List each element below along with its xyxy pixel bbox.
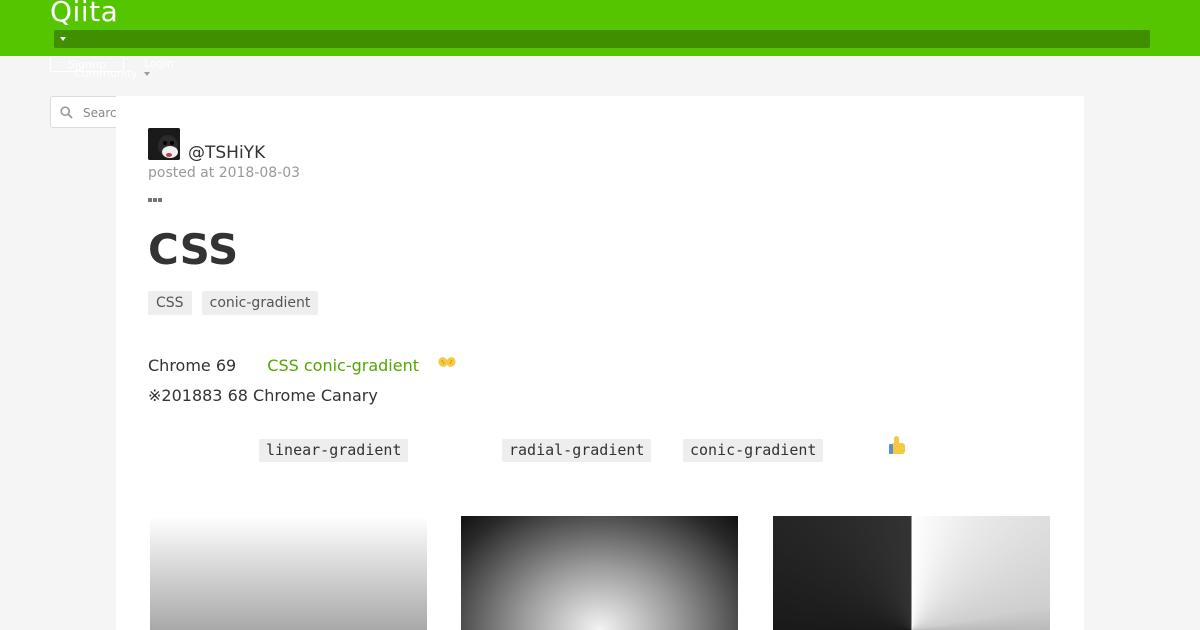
article-title: CSS xyxy=(148,225,239,274)
community-menu[interactable]: Community xyxy=(74,67,150,81)
linear-gradient-demo xyxy=(150,516,427,630)
tag-css[interactable]: CSS xyxy=(148,291,192,315)
intro-line-2: ※201883 68 Chrome Canary xyxy=(148,386,378,405)
search-icon xyxy=(60,106,73,119)
author-username[interactable]: @TSHiYK xyxy=(188,143,265,163)
menu-dropdown-bar[interactable] xyxy=(54,30,1150,48)
tag-list: CSS conic-gradient xyxy=(148,291,323,315)
code-radial-gradient: radial-gradient xyxy=(502,439,652,462)
thumbs-up-emoji-icon xyxy=(889,436,905,454)
code-linear-gradient: linear-gradient xyxy=(259,439,409,462)
community-label: Community xyxy=(74,67,138,80)
radial-gradient-demo xyxy=(461,516,738,630)
caret-down-icon xyxy=(60,37,66,41)
more-icon[interactable] xyxy=(148,187,163,206)
tag-conic-gradient[interactable]: conic-gradient xyxy=(201,291,319,315)
intro-line-1: Chrome 69 CSS conic-gradient xyxy=(148,356,456,375)
qiita-logo[interactable]: Qiita xyxy=(50,0,118,30)
conic-gradient-demo xyxy=(773,516,1050,630)
posted-date: posted at 2018-08-03 xyxy=(148,165,301,181)
article-card: @TSHiYK posted at 2018-08-03 CSS CSS con… xyxy=(116,96,1084,630)
caret-down-icon xyxy=(143,72,150,76)
avatar[interactable] xyxy=(148,128,180,160)
intro-text: Chrome 69 xyxy=(148,356,237,375)
code-conic-gradient: conic-gradient xyxy=(683,439,824,462)
conic-gradient-link[interactable]: CSS conic-gradient xyxy=(267,356,419,375)
site-header: Qiita xyxy=(0,0,1200,56)
clap-emoji-icon xyxy=(438,357,456,367)
